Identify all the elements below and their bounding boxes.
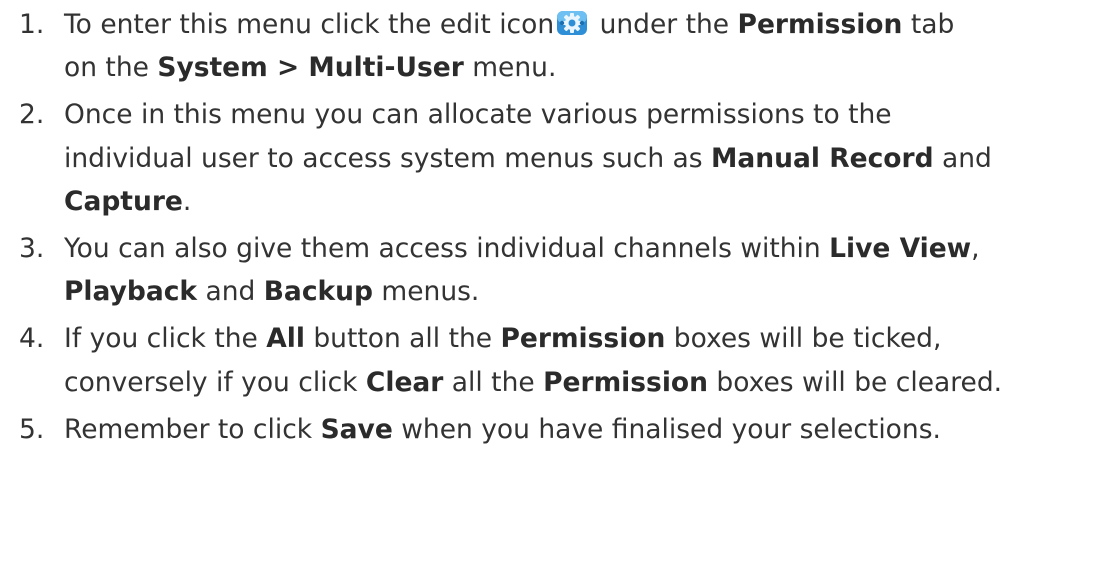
step-text: boxes will be ticked, <box>665 323 942 355</box>
step-text: menus. <box>372 276 480 308</box>
step-number: 1. <box>19 9 45 40</box>
step-line: Capture. <box>64 180 1098 223</box>
list-item: 5. Remember to click Save when you have … <box>0 408 1098 451</box>
step-line: Playback and Backup menus. <box>64 270 1098 313</box>
emphasis-text: Permission <box>543 366 708 398</box>
step-text: , <box>971 233 980 265</box>
emphasis-text: Save <box>320 413 393 445</box>
list-item: 2. Once in this menu you can allocate va… <box>0 93 1098 223</box>
step-text: tab <box>902 9 955 40</box>
step-number: 5. <box>19 413 45 445</box>
step-line: conversely if you click Clear all the Pe… <box>64 361 1098 404</box>
step-text: To enter this menu click the edit icon <box>64 9 555 40</box>
step-text: boxes will be cleared. <box>707 366 1003 398</box>
emphasis-text: Clear <box>365 366 444 398</box>
step-text: . <box>182 185 192 217</box>
step-text: all the <box>443 366 544 398</box>
step-text: and <box>197 276 264 308</box>
step-text: individual user to access system menus s… <box>64 142 712 174</box>
emphasis-text: All <box>266 323 305 355</box>
step-text: conversely if you click <box>64 366 366 398</box>
list-item: 3. You can also give them access individ… <box>0 227 1098 313</box>
step-number: 4. <box>19 323 45 355</box>
step-text: Once in this menu you can allocate vario… <box>64 99 892 131</box>
gear-edit-icon <box>556 8 588 38</box>
instruction-list: 1. To enter this menu click the edit ico… <box>0 3 1098 455</box>
step-line: To enter this menu click the edit icon u… <box>64 3 1098 46</box>
step-text: If you click the <box>64 323 267 355</box>
emphasis-text: Manual Record <box>711 142 934 174</box>
list-item: 4. If you click the All button all the P… <box>0 317 1098 403</box>
emphasis-text: Live View <box>829 233 972 265</box>
step-text: and <box>933 142 992 174</box>
step-text: Remember to click <box>64 413 321 445</box>
step-line: Remember to click Save when you have fin… <box>64 408 1098 451</box>
step-text: menu. <box>463 52 557 84</box>
step-number: 2. <box>19 99 45 131</box>
step-text: when you have finalised your selections. <box>392 413 941 445</box>
emphasis-text: Capture <box>64 185 183 217</box>
emphasis-text: System > Multi-User <box>157 52 464 84</box>
step-line: individual user to access system menus s… <box>64 137 1098 180</box>
emphasis-text: Backup <box>263 276 373 308</box>
emphasis-text: Permission <box>737 9 903 40</box>
step-text: under the <box>591 9 738 40</box>
step-text: button all the <box>304 323 501 355</box>
step-line: Once in this menu you can allocate vario… <box>64 93 1098 136</box>
step-text: on the <box>64 52 158 84</box>
step-line: If you click the All button all the Perm… <box>64 317 1098 360</box>
step-line: You can also give them access individual… <box>64 227 1098 270</box>
list-item: 1. To enter this menu click the edit ico… <box>0 3 1098 89</box>
emphasis-text: Playback <box>64 276 198 308</box>
step-line: on the System > Multi-User menu. <box>64 46 1098 89</box>
step-number: 3. <box>19 233 45 265</box>
step-text: You can also give them access individual… <box>64 233 830 265</box>
emphasis-text: Permission <box>500 323 666 355</box>
